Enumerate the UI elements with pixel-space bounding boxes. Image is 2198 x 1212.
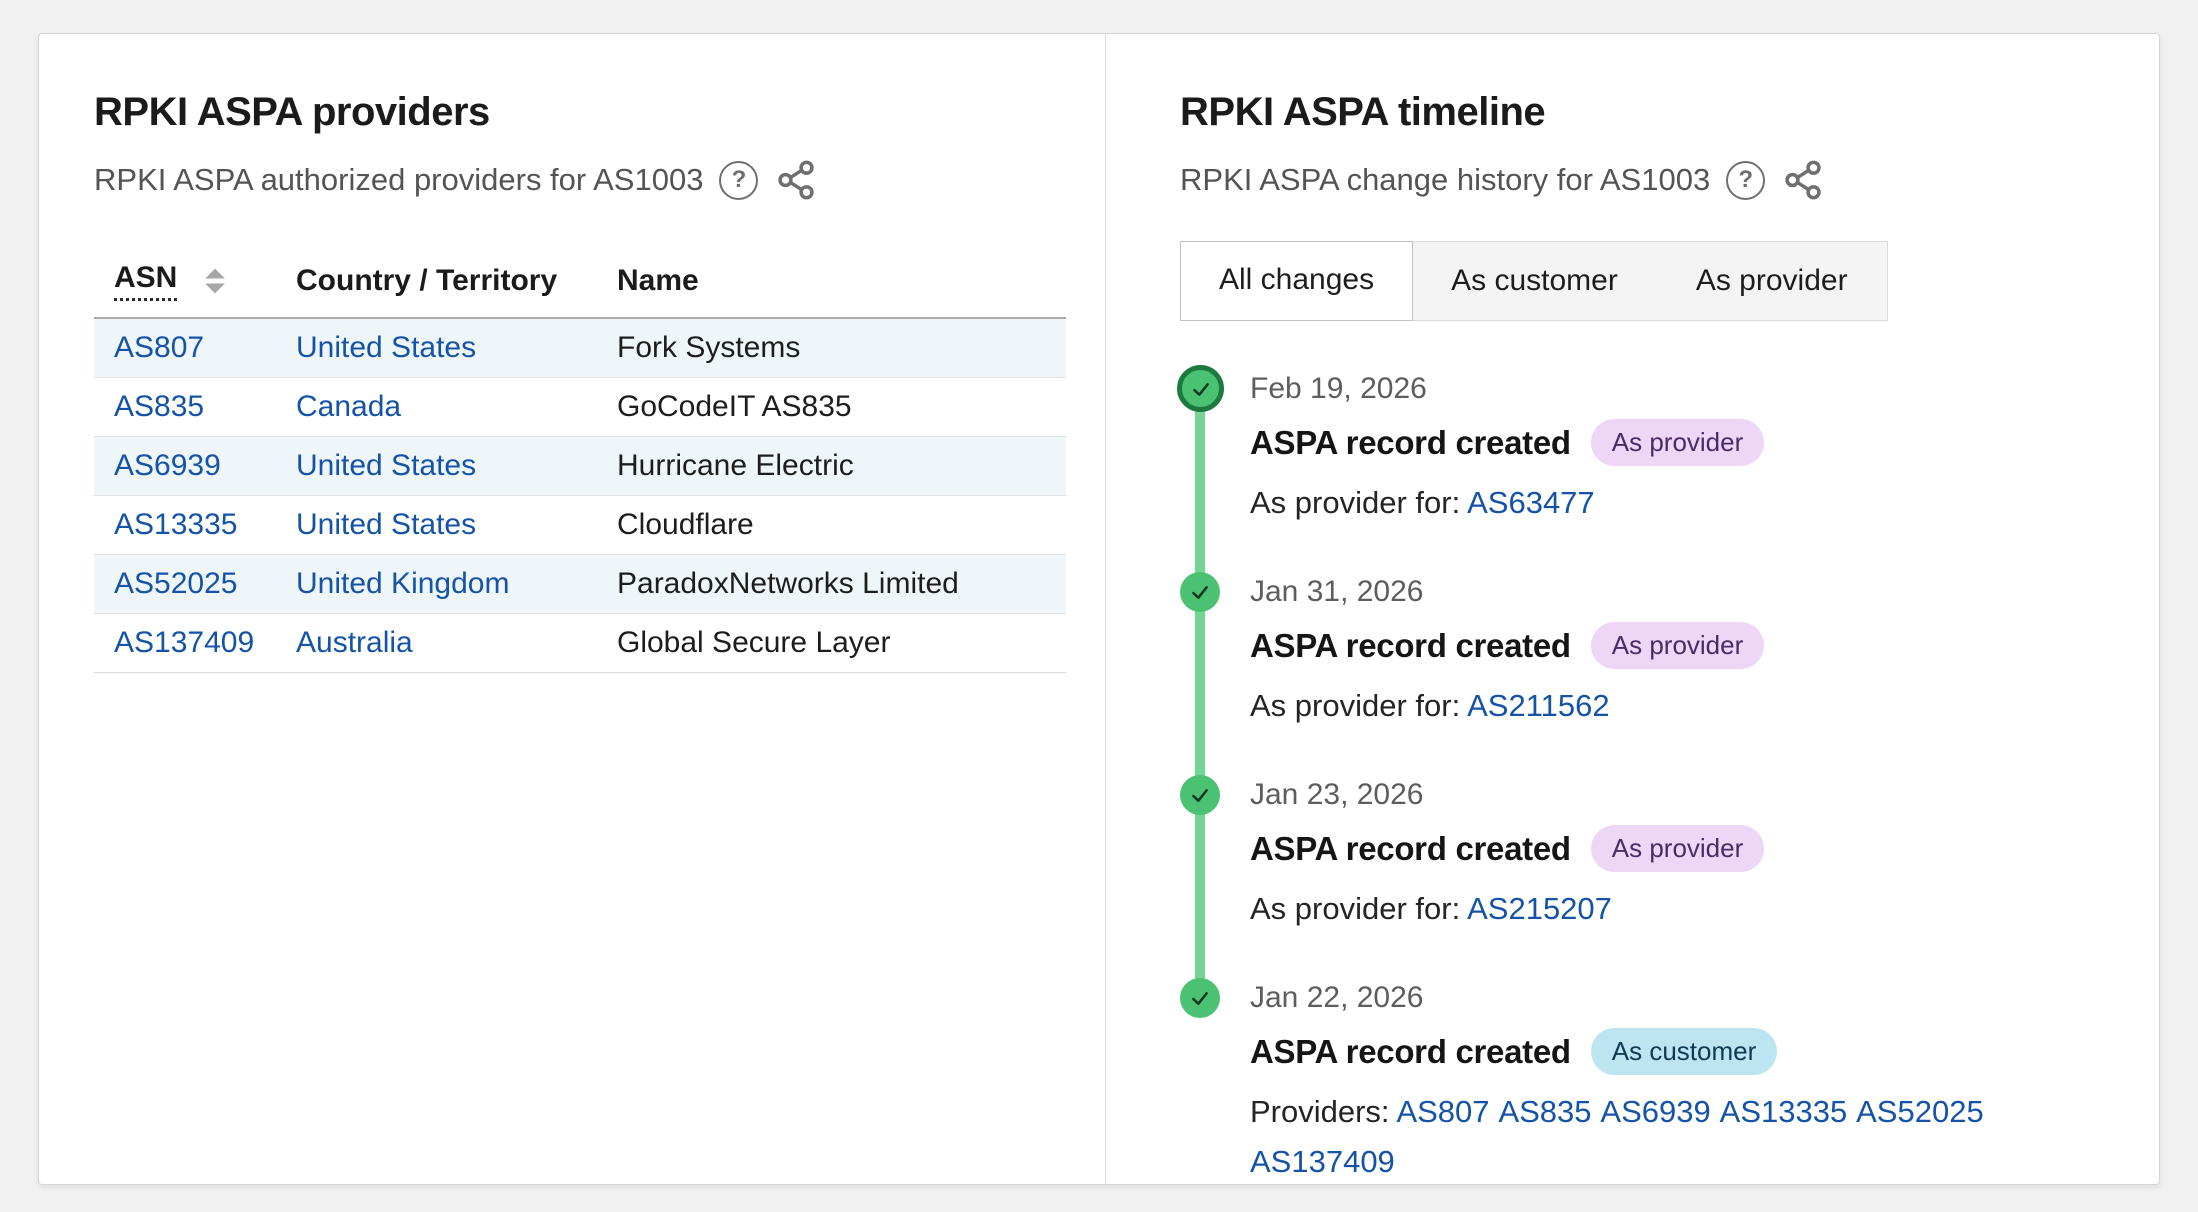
table-row: AS13335 United States Cloudflare xyxy=(94,496,1066,555)
column-header-country: Country / Territory xyxy=(276,251,597,318)
entry-date: Jan 22, 2026 xyxy=(1250,976,2103,1020)
timeline-panel-subtitle: RPKI ASPA change history for AS1003 xyxy=(1180,162,1710,198)
timeline-entry: Jan 31, 2026 ASPA record created As prov… xyxy=(1180,570,2103,773)
status-badge: As provider xyxy=(1591,825,1765,872)
timeline: Feb 19, 2026 ASPA record created As prov… xyxy=(1180,367,2103,1187)
timeline-entry: Jan 23, 2026 ASPA record created As prov… xyxy=(1180,773,2103,976)
tab-as-customer[interactable]: As customer xyxy=(1412,242,1657,320)
help-icon[interactable]: ? xyxy=(1726,161,1765,200)
entry-detail: As provider for: AS215207 xyxy=(1250,884,2103,934)
column-header-asn[interactable]: ASN xyxy=(94,251,276,318)
asn-link[interactable]: AS6939 xyxy=(114,449,221,482)
entry-detail-label: As provider for: xyxy=(1250,688,1460,723)
aspa-card: RPKI ASPA providers RPKI ASPA authorized… xyxy=(38,33,2160,1185)
timeline-filter-tabs: All changes As customer As provider xyxy=(1180,241,1888,321)
provider-name: GoCodeIT AS835 xyxy=(597,378,1066,437)
status-badge: As customer xyxy=(1591,1028,1778,1075)
entry-detail: Providers: AS807 AS835 AS6939 AS13335 AS… xyxy=(1250,1087,2103,1187)
asn-link[interactable]: AS63477 xyxy=(1467,485,1595,520)
share-icon[interactable] xyxy=(774,159,818,201)
provider-name: Cloudflare xyxy=(597,496,1066,555)
asn-link[interactable]: AS211562 xyxy=(1467,688,1610,723)
asn-link[interactable]: AS6939 xyxy=(1600,1094,1710,1129)
entry-detail-label: As provider for: xyxy=(1250,891,1460,926)
entry-title: ASPA record created xyxy=(1250,1033,1571,1071)
table-row: AS835 Canada GoCodeIT AS835 xyxy=(94,378,1066,437)
providers-table-header-row: ASN Country / Territory Name xyxy=(94,251,1066,318)
entry-date: Jan 23, 2026 xyxy=(1250,773,2103,817)
asn-link[interactable]: AS137409 xyxy=(1250,1144,1395,1179)
asn-link[interactable]: AS52025 xyxy=(114,567,237,600)
entry-title: ASPA record created xyxy=(1250,830,1571,868)
providers-panel-title: RPKI ASPA providers xyxy=(94,90,1065,135)
asn-link[interactable]: AS835 xyxy=(1498,1094,1591,1129)
tab-all-changes[interactable]: All changes xyxy=(1180,241,1413,321)
entry-detail-label: As provider for: xyxy=(1250,485,1460,520)
country-link[interactable]: United Kingdom xyxy=(296,567,509,600)
check-icon xyxy=(1180,775,1220,815)
check-icon xyxy=(1180,572,1220,612)
providers-panel-subtitle: RPKI ASPA authorized providers for AS100… xyxy=(94,162,703,198)
status-badge: As provider xyxy=(1591,622,1765,669)
timeline-panel: RPKI ASPA timeline RPKI ASPA change hist… xyxy=(1106,34,2159,1184)
table-row: AS137409 Australia Global Secure Layer xyxy=(94,614,1066,673)
asn-link[interactable]: AS13335 xyxy=(1720,1094,1848,1129)
help-icon[interactable]: ? xyxy=(719,161,758,200)
country-link[interactable]: United States xyxy=(296,331,476,364)
column-header-name: Name xyxy=(597,251,1066,318)
entry-title: ASPA record created xyxy=(1250,627,1571,665)
check-icon xyxy=(1177,365,1224,412)
timeline-entry: Feb 19, 2026 ASPA record created As prov… xyxy=(1180,367,2103,570)
provider-name: Hurricane Electric xyxy=(597,437,1066,496)
asn-link[interactable]: AS137409 xyxy=(114,626,254,659)
providers-panel-subtitle-row: RPKI ASPA authorized providers for AS100… xyxy=(94,159,1065,201)
entry-detail-label: Providers: xyxy=(1250,1094,1390,1129)
timeline-panel-subtitle-row: RPKI ASPA change history for AS1003 ? xyxy=(1180,159,2103,201)
country-link[interactable]: United States xyxy=(296,508,476,541)
country-link[interactable]: Australia xyxy=(296,626,413,659)
status-badge: As provider xyxy=(1591,419,1765,466)
provider-name: Fork Systems xyxy=(597,318,1066,378)
tab-as-provider[interactable]: As provider xyxy=(1657,242,1887,320)
provider-name: ParadoxNetworks Limited xyxy=(597,555,1066,614)
asn-link[interactable]: AS13335 xyxy=(114,508,237,541)
asn-link[interactable]: AS807 xyxy=(114,331,204,364)
table-row: AS6939 United States Hurricane Electric xyxy=(94,437,1066,496)
asn-link[interactable]: AS835 xyxy=(114,390,204,423)
provider-name: Global Secure Layer xyxy=(597,614,1066,673)
providers-table: ASN Country / Territory Name AS807 Unite xyxy=(94,251,1066,673)
entry-detail: As provider for: AS63477 xyxy=(1250,478,2103,528)
providers-panel: RPKI ASPA providers RPKI ASPA authorized… xyxy=(39,34,1105,1184)
sort-icon[interactable] xyxy=(203,267,227,295)
check-icon xyxy=(1180,978,1220,1018)
asn-link[interactable]: AS807 xyxy=(1396,1094,1489,1129)
country-link[interactable]: Canada xyxy=(296,390,401,423)
table-row: AS52025 United Kingdom ParadoxNetworks L… xyxy=(94,555,1066,614)
entry-date: Jan 31, 2026 xyxy=(1250,570,2103,614)
entry-date: Feb 19, 2026 xyxy=(1250,367,2103,411)
timeline-entry: Jan 22, 2026 ASPA record created As cust… xyxy=(1180,976,2103,1187)
table-row: AS807 United States Fork Systems xyxy=(94,318,1066,378)
asn-link[interactable]: AS215207 xyxy=(1467,891,1612,926)
asn-link[interactable]: AS52025 xyxy=(1856,1094,1984,1129)
entry-title: ASPA record created xyxy=(1250,424,1571,462)
share-icon[interactable] xyxy=(1781,159,1825,201)
column-header-asn-label[interactable]: ASN xyxy=(114,261,177,301)
entry-detail: As provider for: AS211562 xyxy=(1250,681,2103,731)
timeline-panel-title: RPKI ASPA timeline xyxy=(1180,90,2103,135)
country-link[interactable]: United States xyxy=(296,449,476,482)
